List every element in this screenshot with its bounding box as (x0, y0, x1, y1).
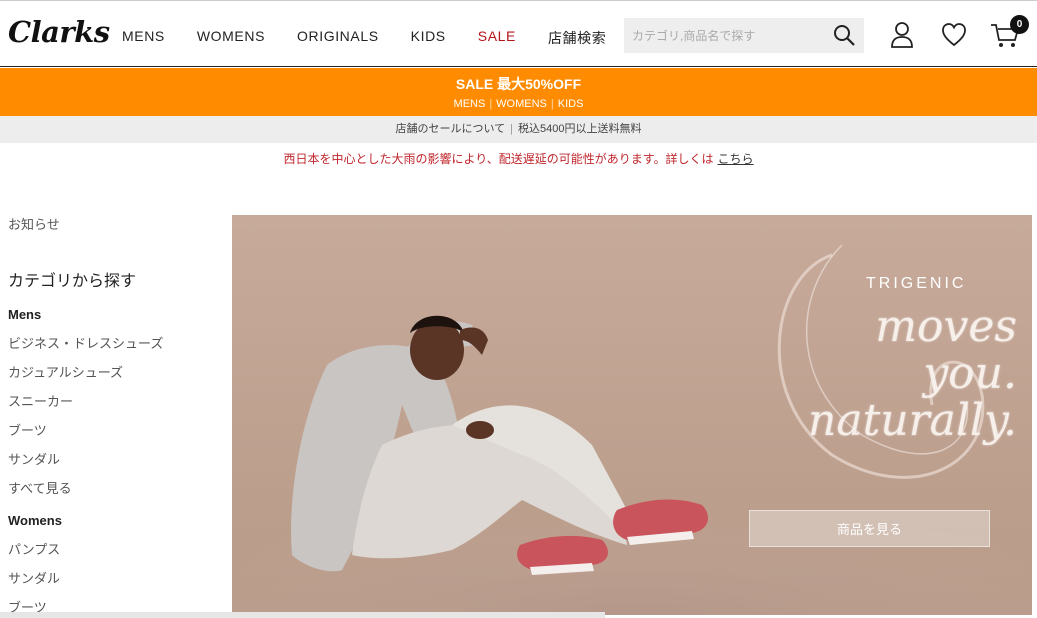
sale-links: MENS | WOMENS | KIDS (0, 98, 1037, 110)
sale-link-kids[interactable]: KIDS (558, 98, 584, 110)
sale-banner[interactable]: SALE 最大50%OFF MENS | WOMENS | KIDS (0, 68, 1037, 116)
clarks-logo[interactable]: Clarks (8, 15, 110, 49)
sidebar-item-sneakers[interactable]: スニーカー (8, 391, 223, 410)
sidebar-news[interactable]: お知らせ (8, 214, 223, 233)
nav-store-search[interactable]: 店舗検索 (548, 28, 606, 48)
sidebar-group-mens[interactable]: Mens (8, 307, 223, 322)
sale-link-mens[interactable]: MENS (454, 98, 486, 110)
tagline-line-1: moves (875, 301, 1017, 352)
search-icon[interactable] (832, 23, 856, 47)
divider: | (550, 98, 554, 110)
sidebar-item-boots[interactable]: ブーツ (8, 420, 223, 439)
free-shipping-info[interactable]: 税込5400円以上送料無料 (518, 123, 641, 135)
nav-originals[interactable]: ORIGINALS (297, 28, 379, 48)
sidebar-item-casual-shoes[interactable]: カジュアルシューズ (8, 362, 223, 381)
sale-link-womens[interactable]: WOMENS (496, 98, 547, 110)
main-nav: MENS WOMENS ORIGINALS KIDS SALE 店舗検索 (122, 28, 638, 48)
search-box (624, 18, 864, 53)
nav-kids[interactable]: KIDS (411, 28, 446, 48)
store-sale-info-link[interactable]: 店舗のセールについて (395, 123, 505, 135)
info-bar: 店舗のセールについて | 税込5400円以上送料無料 (0, 116, 1037, 143)
hero-tagline: moves you. naturally. (747, 303, 1017, 444)
site-header: Clarks MENS WOMENS ORIGINALS KIDS SALE 店… (0, 0, 1037, 67)
horizontal-scrollbar[interactable] (0, 612, 605, 618)
view-products-button[interactable]: 商品を見る (749, 510, 990, 547)
tagline-line-3: naturally. (808, 395, 1017, 446)
heart-icon[interactable] (941, 21, 967, 49)
sidebar-item-business-shoes[interactable]: ビジネス・ドレスシューズ (8, 333, 223, 352)
search-input[interactable] (624, 18, 840, 53)
nav-sale[interactable]: SALE (478, 28, 516, 48)
cart-count-badge: 0 (1010, 15, 1029, 34)
sidebar-item-sandals[interactable]: サンダル (8, 449, 223, 468)
notice-link[interactable]: こちら (718, 152, 754, 166)
nav-mens[interactable]: MENS (122, 28, 165, 48)
sidebar: お知らせ カテゴリから探す Mens ビジネス・ドレスシューズ カジュアルシュー… (8, 214, 223, 616)
sidebar-group-womens[interactable]: Womens (8, 513, 223, 528)
delivery-notice: 西日本を中心とした大雨の影響により、配送遅延の可能性があります。詳しくは こちら (0, 150, 1037, 167)
sale-title[interactable]: SALE 最大50%OFF (0, 74, 1037, 94)
sidebar-item-pumps[interactable]: パンプス (8, 539, 223, 558)
tagline-line-2: you. (923, 348, 1017, 399)
category-title: カテゴリから探す (8, 273, 137, 290)
nav-womens[interactable]: WOMENS (197, 28, 265, 48)
sidebar-item-view-all[interactable]: すべて見る (8, 478, 223, 497)
notice-text: 西日本を中心とした大雨の影響により、配送遅延の可能性があります。詳しくは (283, 152, 714, 166)
sidebar-item-womens-sandals[interactable]: サンダル (8, 568, 223, 587)
user-icon[interactable] (889, 21, 915, 49)
hero-brand: TRIGENIC (866, 275, 967, 292)
divider: | (510, 123, 514, 135)
hero-banner[interactable]: TRIGENIC moves you. naturally. 商品を見る (232, 215, 1032, 615)
divider: | (489, 98, 493, 110)
